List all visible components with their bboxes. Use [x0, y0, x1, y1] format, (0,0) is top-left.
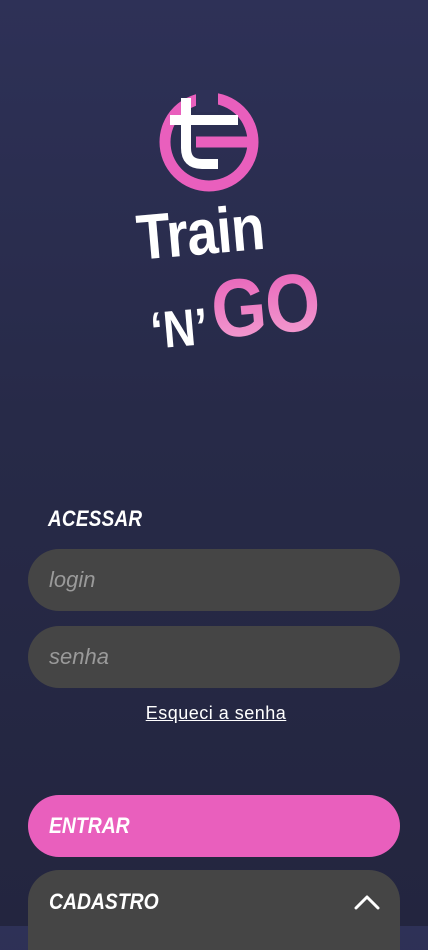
train-n-go-logo-icon	[159, 90, 259, 192]
login-button-label: ENTRAR	[49, 813, 130, 838]
password-input[interactable]	[28, 626, 400, 688]
forgot-password-link[interactable]: Esqueci a senha	[0, 703, 428, 724]
brand-name-n: ‘N’	[148, 297, 211, 361]
signup-label: CADASTRO	[49, 889, 159, 914]
brand-name-train: Train	[133, 190, 267, 274]
signup-panel-toggle[interactable]: CADASTRO	[28, 870, 400, 950]
brand-name-go: GO	[207, 256, 324, 357]
login-button[interactable]: ENTRAR	[28, 795, 400, 857]
login-input[interactable]	[28, 549, 400, 611]
access-section-title: ACESSAR	[48, 506, 143, 531]
brand-name-n-go: ‘N’GO	[146, 256, 323, 361]
app-logo: Train ‘N’GO	[0, 88, 428, 368]
chevron-up-icon[interactable]	[354, 894, 380, 910]
